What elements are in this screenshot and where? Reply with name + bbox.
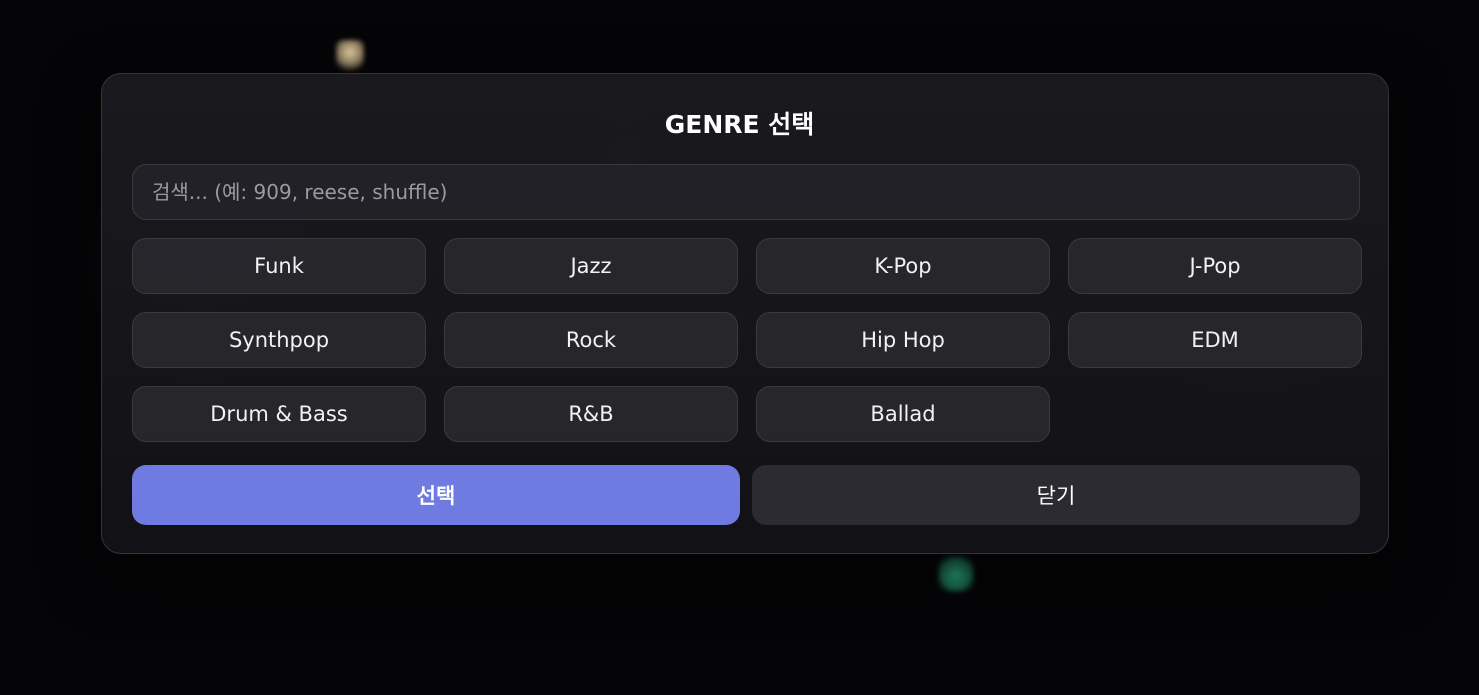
genre-option-rock[interactable]: Rock xyxy=(444,312,738,368)
chat-icon xyxy=(938,556,974,592)
search-input[interactable] xyxy=(132,164,1360,220)
genre-grid: Funk Jazz K-Pop J-Pop Synthpop Rock Hip … xyxy=(132,238,1362,442)
user-icon xyxy=(336,40,364,72)
genre-option-hip-hop[interactable]: Hip Hop xyxy=(756,312,1050,368)
genre-option-edm[interactable]: EDM xyxy=(1068,312,1362,368)
genre-option-k-pop[interactable]: K-Pop xyxy=(756,238,1050,294)
genre-option-j-pop[interactable]: J-Pop xyxy=(1068,238,1362,294)
genre-option-r-and-b[interactable]: R&B xyxy=(444,386,738,442)
dialog-title: GENRE 선택 xyxy=(664,110,815,139)
dialog-actions: 선택 닫기 xyxy=(132,465,1360,525)
close-button[interactable]: 닫기 xyxy=(752,465,1360,525)
genre-option-drum-and-bass[interactable]: Drum & Bass xyxy=(132,386,426,442)
genre-option-jazz[interactable]: Jazz xyxy=(444,238,738,294)
genre-option-funk[interactable]: Funk xyxy=(132,238,426,294)
genre-option-ballad[interactable]: Ballad xyxy=(756,386,1050,442)
select-button[interactable]: 선택 xyxy=(132,465,740,525)
genre-option-synthpop[interactable]: Synthpop xyxy=(132,312,426,368)
